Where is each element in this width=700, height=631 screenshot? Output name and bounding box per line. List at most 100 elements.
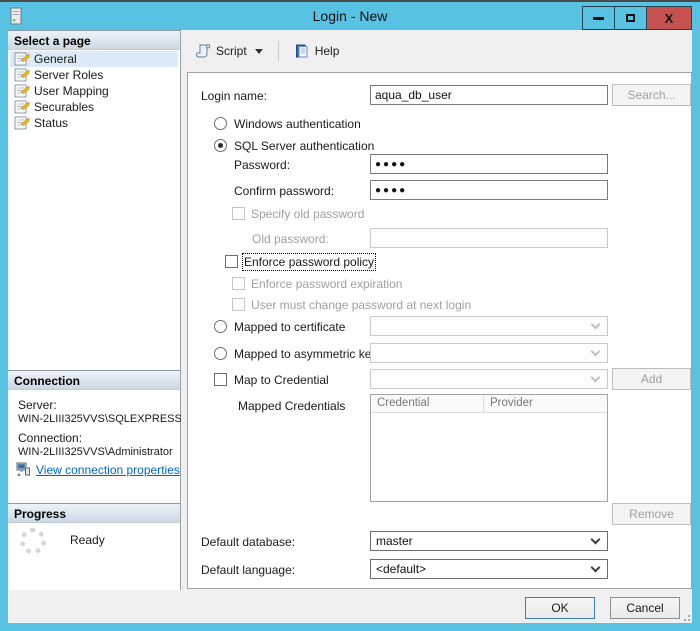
map-credential-label: Map to Credential bbox=[234, 373, 329, 387]
window-controls: X bbox=[582, 6, 692, 30]
page-icon bbox=[14, 51, 30, 67]
connection-properties-icon bbox=[16, 462, 31, 477]
close-button[interactable]: X bbox=[647, 7, 691, 29]
script-button[interactable]: Script bbox=[191, 40, 267, 62]
script-label: Script bbox=[216, 44, 247, 58]
credential-combobox[interactable] bbox=[370, 369, 608, 389]
old-password-input[interactable] bbox=[370, 228, 608, 248]
old-password-label: Old password: bbox=[252, 232, 329, 246]
sidebar-item-securables[interactable]: Securables bbox=[10, 99, 178, 115]
login-name-label: Login name: bbox=[201, 89, 267, 103]
page-icon bbox=[14, 67, 30, 83]
dialog-footer: OK Cancel bbox=[8, 590, 692, 623]
sidebar-item-server-roles[interactable]: Server Roles bbox=[10, 67, 178, 83]
chevron-down-icon bbox=[591, 535, 601, 545]
sidebar-item-status[interactable]: Status bbox=[10, 115, 178, 131]
enforce-expiration-label: Enforce password expiration bbox=[251, 277, 402, 291]
confirm-password-label: Confirm password: bbox=[234, 184, 334, 198]
specify-old-password-label: Specify old password bbox=[251, 207, 364, 221]
maximize-button[interactable] bbox=[615, 7, 647, 29]
toolbar: Script Help bbox=[181, 30, 692, 72]
enforce-policy-checkbox[interactable] bbox=[225, 255, 238, 268]
minimize-button[interactable] bbox=[583, 7, 615, 29]
titlebar[interactable]: Login - New X bbox=[0, 2, 700, 30]
sidebar-item-label: Server Roles bbox=[34, 68, 103, 82]
column-header-provider[interactable]: Provider bbox=[484, 395, 607, 413]
cancel-button[interactable]: Cancel bbox=[610, 597, 680, 619]
main-area: Script Help Login name: Search... Window… bbox=[181, 30, 692, 590]
sidebar-item-label: General bbox=[34, 52, 77, 66]
sidebar-item-user-mapping[interactable]: User Mapping bbox=[10, 83, 178, 99]
must-change-checkbox[interactable] bbox=[232, 298, 245, 311]
chevron-down-icon bbox=[591, 320, 601, 330]
chevron-down-icon[interactable] bbox=[255, 49, 263, 54]
default-database-label: Default database: bbox=[201, 535, 295, 549]
ok-button[interactable]: OK bbox=[525, 597, 595, 619]
progress-header: Progress bbox=[8, 503, 180, 523]
chevron-down-icon bbox=[591, 563, 601, 573]
connection-label: Connection: bbox=[18, 431, 82, 445]
help-label: Help bbox=[315, 44, 340, 58]
sql-auth-radio[interactable] bbox=[214, 139, 227, 152]
mapped-asymmetric-key-radio[interactable] bbox=[214, 347, 227, 360]
server-value: WIN-2LIII325VVS\SQLEXPRESS bbox=[18, 413, 182, 425]
chevron-down-icon bbox=[591, 373, 601, 383]
password-label: Password: bbox=[234, 158, 290, 172]
sidebar: Select a page General Server Roles User … bbox=[8, 30, 181, 590]
mapped-credentials-label: Mapped Credentials bbox=[238, 399, 345, 413]
progress-spinner bbox=[20, 528, 46, 554]
sidebar-item-general[interactable]: General bbox=[10, 51, 178, 67]
page-icon bbox=[14, 83, 30, 99]
minimize-icon bbox=[593, 17, 604, 20]
confirm-password-input[interactable] bbox=[370, 180, 608, 200]
default-database-combobox[interactable]: master bbox=[370, 531, 608, 551]
enforce-policy-label: Enforce password policy bbox=[244, 255, 374, 269]
sidebar-item-label: User Mapping bbox=[34, 84, 109, 98]
sql-auth-label: SQL Server authentication bbox=[234, 139, 374, 153]
windows-auth-label: Windows authentication bbox=[234, 117, 361, 131]
mapped-asymmetric-key-label: Mapped to asymmetric key bbox=[234, 347, 377, 361]
search-button[interactable]: Search... bbox=[612, 84, 691, 106]
login-new-dialog: Login - New X Select a page General Serv… bbox=[0, 0, 700, 631]
select-a-page-header: Select a page bbox=[8, 30, 180, 50]
default-database-value: master bbox=[376, 534, 413, 548]
close-icon: X bbox=[665, 12, 674, 25]
mapped-certificate-label: Mapped to certificate bbox=[234, 320, 345, 334]
mapped-certificate-radio[interactable] bbox=[214, 320, 227, 333]
general-page-panel: Login name: Search... Windows authentica… bbox=[187, 72, 692, 589]
maximize-icon bbox=[626, 14, 635, 22]
default-language-combobox[interactable]: <default> bbox=[370, 559, 608, 579]
sidebar-item-label: Securables bbox=[34, 100, 94, 114]
login-name-input[interactable] bbox=[370, 85, 608, 105]
view-connection-properties[interactable]: View connection properties bbox=[16, 462, 180, 477]
asymmetric-key-combobox[interactable] bbox=[370, 343, 608, 363]
table-header-row: Credential Provider bbox=[371, 395, 607, 413]
enforce-expiration-checkbox[interactable] bbox=[232, 277, 245, 290]
mapped-credentials-table[interactable]: Credential Provider bbox=[370, 394, 608, 502]
help-icon bbox=[294, 43, 310, 59]
toolbar-separator bbox=[278, 41, 279, 61]
password-input[interactable] bbox=[370, 154, 608, 174]
default-language-label: Default language: bbox=[201, 563, 295, 577]
must-change-label: User must change password at next login bbox=[251, 298, 471, 312]
sidebar-item-label: Status bbox=[34, 116, 68, 130]
script-icon bbox=[195, 43, 211, 59]
view-connection-properties-link[interactable]: View connection properties bbox=[36, 463, 180, 477]
remove-button[interactable]: Remove bbox=[612, 503, 691, 525]
connection-value: WIN-2LIII325VVS\Administrator bbox=[18, 446, 173, 458]
default-language-value: <default> bbox=[376, 562, 426, 576]
help-button[interactable]: Help bbox=[290, 40, 344, 62]
connection-header: Connection bbox=[8, 370, 180, 390]
certificate-combobox[interactable] bbox=[370, 316, 608, 336]
resize-grip[interactable] bbox=[680, 611, 690, 621]
add-button[interactable]: Add bbox=[612, 368, 691, 390]
page-icon bbox=[14, 99, 30, 115]
specify-old-password-checkbox[interactable] bbox=[232, 207, 245, 220]
windows-auth-radio[interactable] bbox=[214, 117, 227, 130]
page-icon bbox=[14, 115, 30, 131]
column-header-credential[interactable]: Credential bbox=[371, 395, 484, 413]
server-label: Server: bbox=[18, 398, 57, 412]
map-credential-checkbox[interactable] bbox=[214, 373, 227, 386]
chevron-down-icon bbox=[591, 347, 601, 357]
progress-status: Ready bbox=[70, 533, 105, 547]
